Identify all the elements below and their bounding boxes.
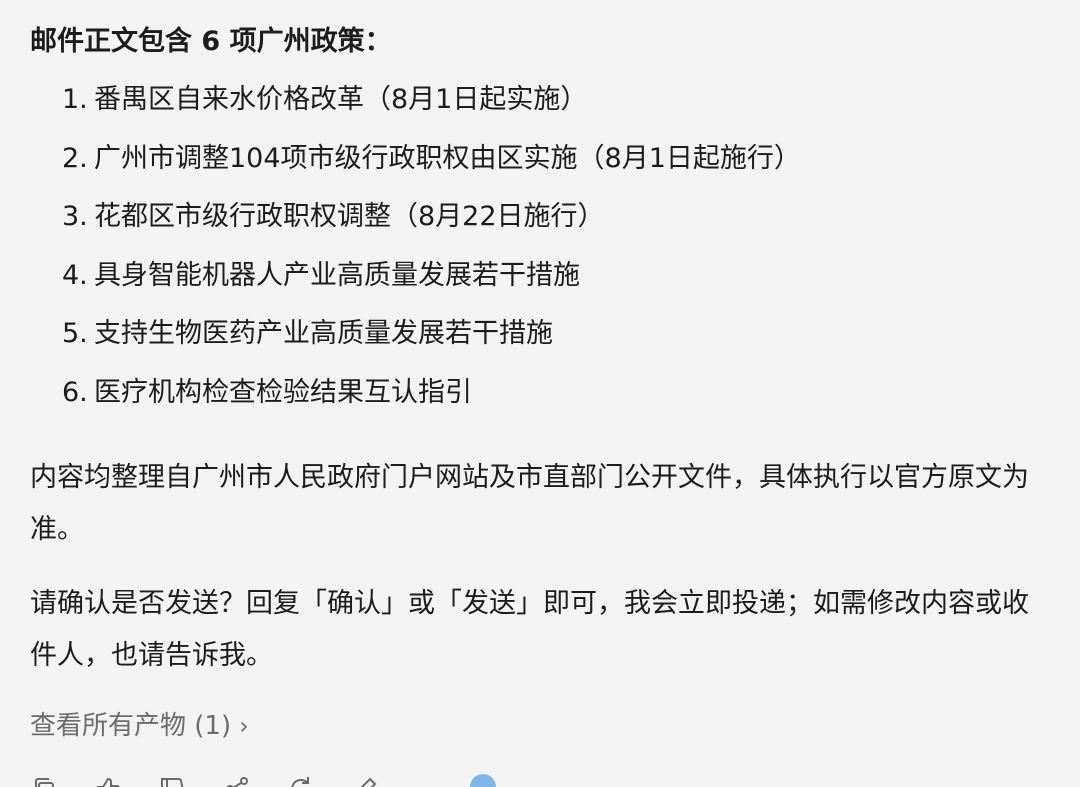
chevron-right-icon: › <box>239 712 249 740</box>
list-item-number: 1. <box>62 84 88 115</box>
list-item: 3. 花都区市级行政职权调整（8月22日施行） <box>62 197 801 237</box>
confirm-prompt: 请确认是否发送？回复「确认」或「发送」即可，我会立即投递；如需修改内容或收件人，… <box>30 588 1029 671</box>
list-item-text: 具身智能机器人产业高质量发展若干措施 <box>94 259 580 291</box>
list-item-number: 2. <box>62 142 88 174</box>
list-item-number: 3. <box>62 201 88 232</box>
view-artifacts-label: 查看所有产物 (1) <box>30 711 232 741</box>
thumbs-down-icon[interactable] <box>158 774 188 787</box>
share-icon[interactable] <box>222 774 252 787</box>
edit-icon[interactable] <box>350 774 380 787</box>
message-meta <box>470 774 496 787</box>
list-item-number: 4. <box>62 259 88 291</box>
copy-icon[interactable] <box>30 774 60 787</box>
list-item: 1. 番禺区自来水价格改革（8月1日起实施） <box>62 80 801 120</box>
list-item-text: 番禺区自来水价格改革（8月1日起实施） <box>94 84 588 115</box>
list-item-number: 6. <box>62 376 88 408</box>
list-item: 5. 支持生物医药产业高质量发展若干措施 <box>62 314 801 354</box>
list-item: 4. 具身智能机器人产业高质量发展若干措施 <box>62 256 801 296</box>
list-item-text: 支持生物医药产业高质量发展若干措施 <box>94 318 553 349</box>
policy-list: 1. 番禺区自来水价格改革（8月1日起实施） 2. 广州市调整104项市级行政职权由… <box>62 80 801 431</box>
list-item-text: 广州市调整104项市级行政职权由区实施（8月1日起施行） <box>94 142 801 174</box>
view-artifacts-link[interactable]: 查看所有产物 (1) › <box>30 706 249 746</box>
message-intro: 邮件正文包含 6 项广州政策： <box>30 26 392 57</box>
model-icon <box>470 774 496 787</box>
list-item: 2. 广州市调整104项市级行政职权由区实施（8月1日起施行） <box>62 139 801 179</box>
list-item-text: 医疗机构检查检验结果互认指引 <box>94 376 472 408</box>
source-note: 内容均整理自广州市人民政府门户网站及市直部门公开文件，具体执行以官方原文为准。 <box>30 462 1029 545</box>
list-item-text: 花都区市级行政职权调整（8月22日施行） <box>94 201 605 232</box>
list-item: 6. 医疗机构检查检验结果互认指引 <box>62 373 801 413</box>
thumbs-up-icon[interactable] <box>94 774 124 787</box>
regenerate-icon[interactable] <box>286 774 316 787</box>
message-action-toolbar <box>30 774 380 787</box>
list-item-number: 5. <box>62 318 88 349</box>
